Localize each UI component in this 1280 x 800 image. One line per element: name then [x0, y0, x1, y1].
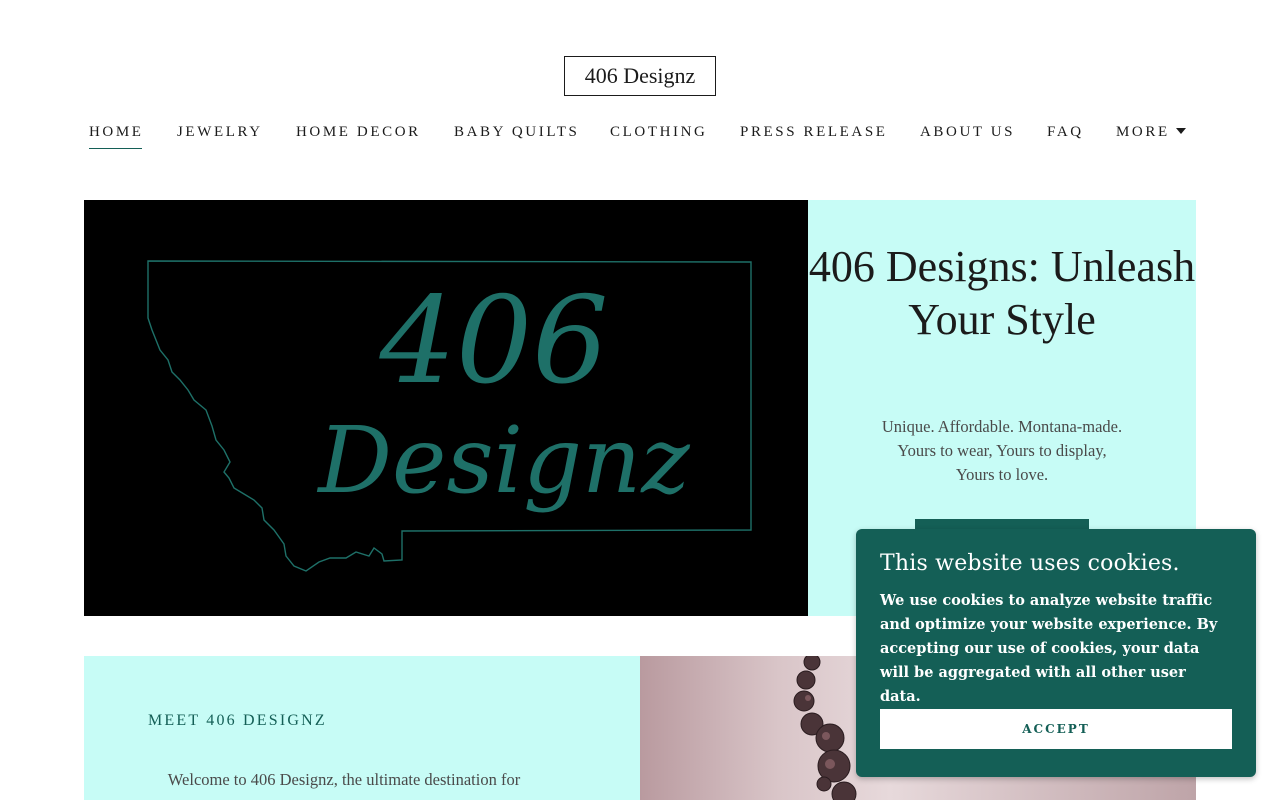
nav-jewelry[interactable]: JEWELRY [177, 122, 263, 150]
hero-logo-image: 406 Designz [84, 200, 808, 616]
nav-baby-quilts-label: BABY QUILTS [454, 124, 580, 140]
nav-baby-quilts[interactable]: BABY QUILTS [454, 122, 579, 150]
about-heading: MEET 406 DESIGNZ [148, 712, 327, 729]
nav-faq-label: FAQ [1047, 124, 1084, 140]
nav-press-release[interactable]: PRESS RELEASE [740, 122, 888, 150]
cookie-banner: This website uses cookies. We use cookie… [856, 529, 1256, 777]
nav-faq[interactable]: FAQ [1047, 122, 1084, 150]
caret-down-icon [1175, 128, 1186, 134]
nav-home-decor-label: HOME DECOR [296, 124, 421, 140]
cookie-text: We use cookies to analyze website traffi… [880, 592, 1218, 705]
nav-clothing[interactable]: CLOTHING [610, 122, 707, 150]
site-logo[interactable]: 406 Designz [564, 56, 716, 96]
about-section: MEET 406 DESIGNZ Welcome to 406 Designz,… [84, 656, 640, 800]
nav-about-us-label: ABOUT US [920, 124, 1016, 140]
image-text-designz: Designz [316, 407, 690, 514]
nav-about-us[interactable]: ABOUT US [920, 122, 1015, 150]
nav-home[interactable]: HOME [89, 122, 144, 150]
nav-jewelry-label: JEWELRY [177, 124, 263, 140]
nav-more-label: MORE [1116, 124, 1170, 140]
about-text: Welcome to 406 Designz, the ultimate des… [167, 770, 521, 789]
hero-subtitle: Unique. Affordable. Montana-made. Yours … [881, 417, 1123, 484]
nav-home-decor[interactable]: HOME DECOR [296, 122, 421, 150]
nav-more[interactable]: MORE [1116, 122, 1186, 150]
nav-clothing-label: CLOTHING [610, 124, 708, 140]
image-text-406: 406 [378, 272, 608, 411]
hero-title: 406 Designs: Unleash Your Style [808, 242, 1196, 344]
cookie-title: This website uses cookies. [880, 551, 1180, 576]
nav-press-release-label: PRESS RELEASE [740, 124, 888, 140]
cookie-accept-button[interactable]: ACCEPT [880, 709, 1232, 749]
nav-home-label: HOME [89, 124, 144, 140]
main-nav: HOME JEWELRY HOME DECOR BABY QUILTS CLOT… [0, 122, 1280, 152]
